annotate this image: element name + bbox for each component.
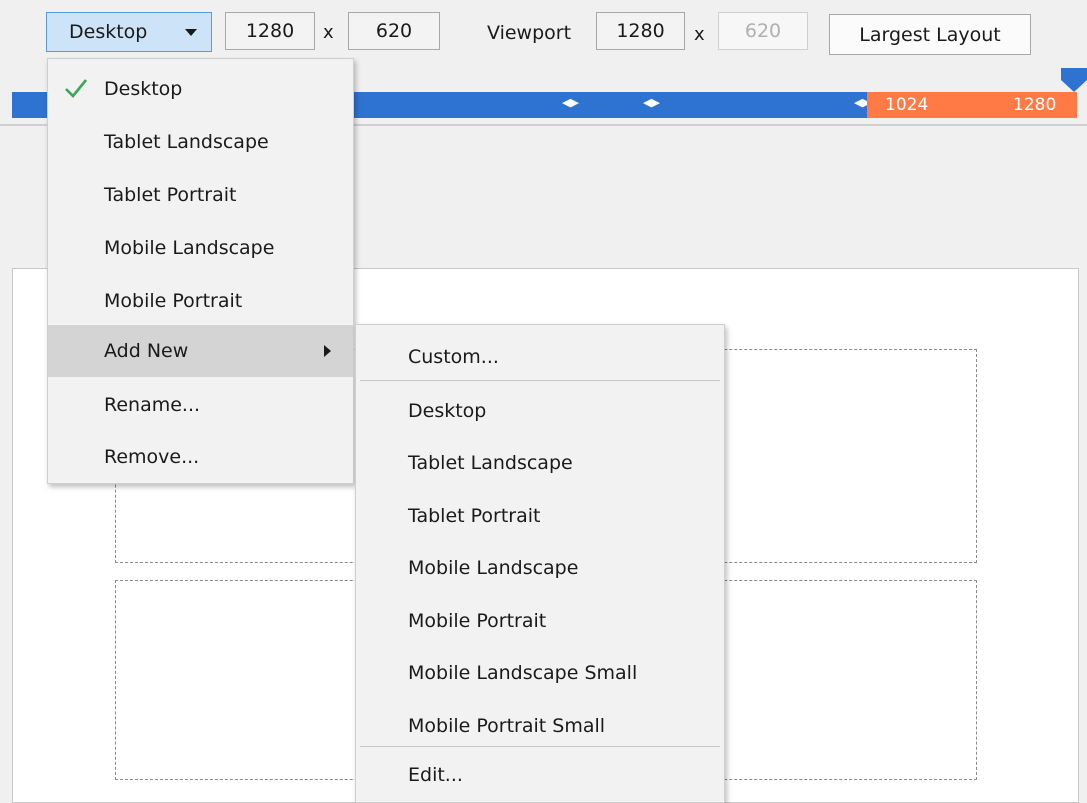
menu-item-label: Desktop: [104, 78, 183, 100]
submenu-item-mobile-landscape-small[interactable]: Mobile Landscape Small: [356, 647, 724, 699]
viewport-label: Viewport: [487, 22, 572, 44]
width-field[interactable]: 1280: [225, 12, 315, 50]
checkmark-icon: [65, 79, 88, 98]
submenu-item-mobile-portrait[interactable]: Mobile Portrait: [356, 595, 724, 647]
device-menu: Desktop Tablet Landscape Tablet Portrait…: [47, 58, 354, 484]
chevron-right-icon: [324, 345, 331, 357]
viewport-height-field: 620: [718, 12, 808, 50]
menu-item-label: Remove...: [104, 446, 200, 468]
submenu-item-tablet-portrait[interactable]: Tablet Portrait: [356, 490, 724, 542]
submenu-item-label: Mobile Landscape Small: [408, 662, 638, 684]
viewport-marker-icon[interactable]: [1061, 68, 1087, 92]
viewport-width-field[interactable]: 1280: [596, 12, 685, 50]
ruler-label-1024: 1024: [885, 95, 929, 115]
ruler-label-1280: 1280: [1013, 95, 1057, 115]
submenu-item-label: Tablet Portrait: [408, 505, 541, 527]
submenu-item-label: Desktop: [408, 400, 487, 422]
menu-separator: [360, 746, 720, 747]
device-dropdown-label: Desktop: [69, 21, 148, 43]
chevron-down-icon: [185, 29, 197, 36]
times-symbol: x: [323, 22, 334, 43]
submenu-item-mobile-landscape[interactable]: Mobile Landscape: [356, 542, 724, 594]
menu-item-mobile-portrait[interactable]: Mobile Portrait: [48, 275, 353, 327]
menu-item-label: Mobile Landscape: [104, 237, 275, 259]
menu-item-label: Tablet Portrait: [104, 184, 237, 206]
menu-item-label: Rename...: [104, 394, 201, 416]
submenu-item-edit[interactable]: Edit...: [356, 749, 724, 801]
height-field[interactable]: 620: [348, 12, 440, 50]
active-breakpoint-segment[interactable]: 1024 1280: [867, 92, 1077, 118]
times-symbol: x: [694, 24, 705, 45]
menu-item-mobile-landscape[interactable]: Mobile Landscape: [48, 222, 353, 274]
submenu-item-mobile-portrait-small[interactable]: Mobile Portrait Small: [356, 700, 724, 752]
submenu-item-desktop[interactable]: Desktop: [356, 385, 724, 437]
submenu-item-label: Mobile Landscape: [408, 557, 579, 579]
submenu-item-label: Mobile Portrait Small: [408, 715, 606, 737]
largest-layout-button[interactable]: Largest Layout: [829, 14, 1031, 55]
submenu-item-tablet-landscape[interactable]: Tablet Landscape: [356, 437, 724, 489]
menu-item-tablet-landscape[interactable]: Tablet Landscape: [48, 116, 353, 168]
menu-item-rename[interactable]: Rename...: [48, 379, 353, 431]
menu-item-add-new[interactable]: Add New: [48, 325, 353, 377]
add-new-submenu: Custom... Desktop Tablet Landscape Table…: [355, 324, 725, 803]
submenu-item-label: Edit...: [408, 764, 463, 786]
breakpoint-handle-icon[interactable]: ◀▶: [562, 96, 579, 109]
menu-item-label: Add New: [104, 340, 189, 362]
breakpoint-handle-icon[interactable]: ◀▶: [643, 96, 660, 109]
submenu-item-label: Tablet Landscape: [408, 452, 573, 474]
device-dropdown[interactable]: Desktop: [46, 12, 212, 52]
menu-item-tablet-portrait[interactable]: Tablet Portrait: [48, 169, 353, 221]
menu-separator: [360, 380, 720, 381]
menu-item-label: Tablet Landscape: [104, 131, 269, 153]
submenu-item-label: Custom...: [408, 346, 499, 368]
menu-item-desktop[interactable]: Desktop: [48, 63, 353, 115]
submenu-item-custom[interactable]: Custom...: [356, 331, 724, 383]
menu-item-remove[interactable]: Remove...: [48, 431, 353, 483]
submenu-item-label: Mobile Portrait: [408, 610, 547, 632]
menu-item-label: Mobile Portrait: [104, 290, 243, 312]
